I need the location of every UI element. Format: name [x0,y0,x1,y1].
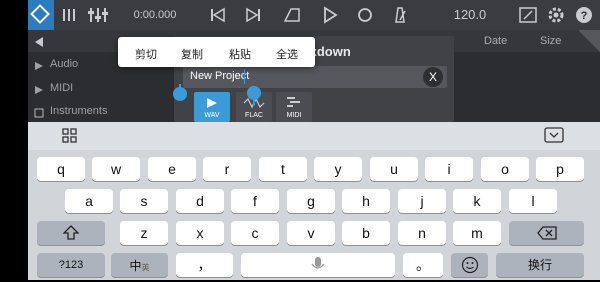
shift-key[interactable] [37,221,105,245]
settings-icon[interactable] [546,5,566,25]
app-logo-icon[interactable] [28,0,54,30]
screen-edge [0,0,28,280]
time-display: 0:00.000 [133,9,177,21]
key-h[interactable]: h [342,189,390,213]
sidebar-item-audio[interactable] [34,58,44,76]
language-key[interactable]: 中英 [111,253,168,277]
numbers-key[interactable]: ?123 [37,253,105,277]
return-key[interactable]: 换行 [496,253,584,277]
menu-item-select-all[interactable]: 全选 [276,46,298,62]
microphone-icon [311,257,325,269]
sidebar-item-instruments-label[interactable]: Instruments [50,105,107,117]
format-midi-label: MIDI [286,112,302,119]
svg-text:?: ? [581,10,588,22]
format-wav-label: WAV [204,112,220,119]
column-date[interactable]: Date [484,30,507,52]
key-w[interactable]: w [92,157,140,181]
key-o[interactable]: o [481,157,529,181]
backspace-key[interactable] [509,221,584,245]
key-p[interactable]: p [536,157,584,181]
sidebar-item-instruments[interactable] [34,105,44,123]
key-l[interactable]: l [509,189,557,213]
key-m[interactable]: m [453,221,501,245]
shift-icon [62,225,80,240]
key-d[interactable]: d [176,189,224,213]
emoji-key[interactable] [451,253,488,277]
key-s[interactable]: s [120,189,168,213]
key-i[interactable]: i [425,157,473,181]
collapse-arrow-icon[interactable] [34,35,44,53]
selection-handle-start-stem [179,84,181,90]
key-k[interactable]: k [453,189,501,213]
key-b[interactable]: b [342,221,390,245]
play-icon [207,98,217,108]
key-x[interactable]: x [176,221,224,245]
corner-fold-icon [578,30,600,57]
key-e[interactable]: e [148,157,196,181]
format-midi-button[interactable]: MIDI [276,92,312,122]
key-c[interactable]: c [231,221,279,245]
help-icon[interactable]: ? [574,5,594,25]
key-j[interactable]: j [398,189,446,213]
selection-handle-end-stem [253,95,255,105]
key-g[interactable]: g [287,189,335,213]
midi-bars-icon [287,97,300,107]
key-y[interactable]: y [314,157,362,181]
filename-value[interactable]: New Project [190,70,249,82]
keyboard-toolbar [28,122,600,150]
sidebar-item-midi-label[interactable]: MIDI [50,82,73,94]
space-key[interactable] [241,253,395,277]
clear-text-button[interactable]: X [423,67,443,87]
period-key[interactable]: 。 [403,253,443,277]
key-u[interactable]: u [370,157,418,181]
language-key-sub: 英 [141,263,150,272]
text-cursor [244,69,245,84]
transport-toolbar [28,0,600,30]
export-icon[interactable] [518,5,538,25]
sidebar-item-midi[interactable] [34,82,44,100]
emoji-icon [461,256,478,274]
key-r[interactable]: r [203,157,251,181]
format-wav-button[interactable]: WAV [194,92,230,122]
key-z[interactable]: z [120,221,168,245]
menu-item-copy[interactable]: 复制 [181,46,203,62]
keyboard-grid-icon[interactable] [62,128,78,149]
menu-item-paste[interactable]: 粘贴 [229,46,251,62]
backspace-icon [536,226,557,240]
key-a[interactable]: a [65,189,113,213]
format-flac-label: FLAC [245,112,263,119]
key-t[interactable]: t [259,157,307,181]
key-q[interactable]: q [37,157,85,181]
column-size[interactable]: Size [540,30,561,52]
key-v[interactable]: v [287,221,335,245]
sidebar-item-audio-label[interactable]: Audio [50,58,78,70]
language-key-label: 中 [129,259,142,273]
menu-item-cut[interactable]: 剪切 [135,46,157,62]
tempo-display[interactable]: 120.0 [445,0,495,30]
key-n[interactable]: n [398,221,446,245]
comma-key[interactable]: ， [176,253,233,277]
hide-keyboard-icon[interactable] [544,127,564,148]
key-f[interactable]: f [231,189,279,213]
